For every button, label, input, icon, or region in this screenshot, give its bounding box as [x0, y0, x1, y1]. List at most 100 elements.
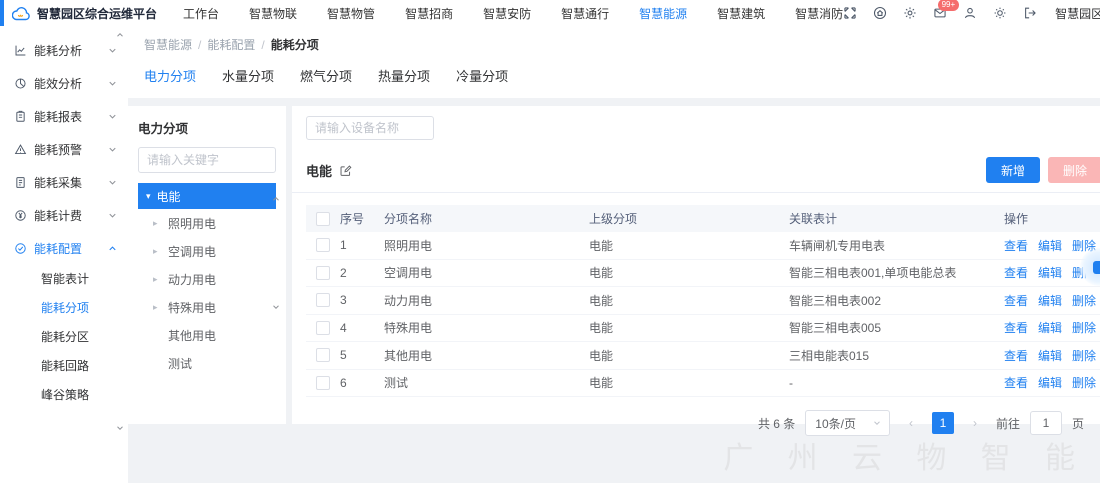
- user-icon[interactable]: [963, 6, 977, 20]
- delete-link[interactable]: 删除: [1072, 374, 1096, 391]
- nav-iot[interactable]: 智慧物联: [249, 5, 297, 22]
- tree-node-hvac[interactable]: ▸ 空调用电: [138, 237, 276, 265]
- tab-electric[interactable]: 电力分项: [144, 66, 196, 85]
- sidebar-item-energy-config[interactable]: 能耗配置: [0, 232, 128, 265]
- theme-settings-icon[interactable]: [993, 6, 1007, 20]
- edit-link[interactable]: 编辑: [1038, 237, 1062, 254]
- sidebar-subitem-energy-breakdown[interactable]: 能耗分项: [0, 294, 128, 323]
- tree-scroll-down-icon[interactable]: [271, 302, 281, 312]
- caret-down-icon[interactable]: ▾: [146, 192, 151, 201]
- sidebar-item-energy-collection[interactable]: 能耗采集: [0, 166, 128, 199]
- nav-energy[interactable]: 智慧能源: [639, 5, 687, 22]
- tab-water[interactable]: 水量分项: [222, 66, 274, 85]
- sidebar-item-energy-analysis[interactable]: 能耗分析: [0, 34, 128, 67]
- tree-node-label: 其他用电: [168, 327, 216, 344]
- sidebar-subitem-energy-circuits[interactable]: 能耗回路: [0, 352, 128, 381]
- view-link[interactable]: 查看: [1004, 347, 1028, 364]
- nav-access[interactable]: 智慧通行: [561, 5, 609, 22]
- current-page-button[interactable]: 1: [932, 412, 954, 434]
- edit-icon[interactable]: [339, 164, 352, 177]
- nav-property[interactable]: 智慧物管: [327, 5, 375, 22]
- delete-link[interactable]: 删除: [1072, 319, 1096, 336]
- delete-link[interactable]: 删除: [1072, 347, 1096, 364]
- edit-link[interactable]: 编辑: [1038, 347, 1062, 364]
- row-checkbox[interactable]: [316, 293, 330, 307]
- fullscreen-icon[interactable]: [843, 6, 857, 20]
- category-tree-panel: 电力分项 ▾ 电能 ▸ 照明用电 ▸ 空调用电: [128, 106, 286, 424]
- caret-right-icon[interactable]: ▸: [153, 303, 163, 312]
- message-count-badge: 99+: [938, 0, 960, 11]
- row-checkbox[interactable]: [316, 376, 330, 390]
- sidebar-item-energy-report[interactable]: 能耗报表: [0, 100, 128, 133]
- tree-scroll-up-icon[interactable]: [271, 194, 281, 204]
- tree-node-power[interactable]: ▸ 动力用电: [138, 265, 276, 293]
- nav-security[interactable]: 智慧安防: [483, 5, 531, 22]
- cell-meters: 智能三相电表002: [789, 292, 1004, 309]
- view-link[interactable]: 查看: [1004, 237, 1028, 254]
- breadcrumb-item[interactable]: 智慧能源: [144, 36, 192, 53]
- page-unit-label: 页: [1072, 415, 1084, 432]
- next-page-button[interactable]: ›: [964, 412, 986, 434]
- platform-logo: 智慧园区综合运维平台: [4, 5, 165, 22]
- sidebar-subitem-peak-valley[interactable]: 峰谷策略: [0, 381, 128, 410]
- sidebar-item-energy-alert[interactable]: 能耗预警: [0, 133, 128, 166]
- sidebar-subitem-energy-zones[interactable]: 能耗分区: [0, 323, 128, 352]
- nav-leasing[interactable]: 智慧招商: [405, 5, 453, 22]
- tree-search-input[interactable]: [138, 147, 276, 173]
- caret-right-icon[interactable]: ▸: [153, 219, 163, 228]
- select-all-checkbox[interactable]: [316, 212, 330, 226]
- tab-cooling[interactable]: 冷量分项: [456, 66, 508, 85]
- tab-gas[interactable]: 燃气分项: [300, 66, 352, 85]
- section-header: 电能 新增 删除: [292, 148, 1100, 193]
- nav-building[interactable]: 智慧建筑: [717, 5, 765, 22]
- tree-node-root[interactable]: ▾ 电能: [138, 183, 276, 209]
- view-link[interactable]: 查看: [1004, 264, 1028, 281]
- edit-link[interactable]: 编辑: [1038, 292, 1062, 309]
- row-checkbox[interactable]: [316, 321, 330, 335]
- breakdown-table-panel: 电能 新增 删除: [292, 106, 1100, 424]
- edit-link[interactable]: 编辑: [1038, 374, 1062, 391]
- tree-node-label: 测试: [168, 355, 192, 372]
- view-link[interactable]: 查看: [1004, 374, 1028, 391]
- sidebar-scroll-down-icon[interactable]: [115, 423, 125, 433]
- cell-parent: 电能: [589, 347, 789, 364]
- gear-icon[interactable]: [903, 6, 917, 20]
- tree-node-lighting[interactable]: ▸ 照明用电: [138, 209, 276, 237]
- tab-heat[interactable]: 热量分项: [378, 66, 430, 85]
- row-checkbox[interactable]: [316, 238, 330, 252]
- home-icon[interactable]: [873, 6, 887, 20]
- nav-fire[interactable]: 智慧消防: [795, 5, 843, 22]
- park-name-text[interactable]: 智慧园区: [1055, 5, 1100, 22]
- col-header-ops: 操作: [1004, 210, 1100, 227]
- tree-node-other[interactable]: 其他用电: [138, 321, 276, 349]
- view-link[interactable]: 查看: [1004, 292, 1028, 309]
- breadcrumb-item-current: 能耗分项: [271, 36, 319, 53]
- row-checkbox[interactable]: [316, 348, 330, 362]
- device-search-input[interactable]: [306, 116, 434, 140]
- tree-node-special[interactable]: ▸ 特殊用电: [138, 293, 276, 321]
- delete-button[interactable]: 删除: [1048, 157, 1100, 183]
- tree-node-label: 动力用电: [168, 271, 216, 288]
- caret-right-icon[interactable]: ▸: [153, 247, 163, 256]
- row-checkbox[interactable]: [316, 266, 330, 280]
- prev-page-button[interactable]: ‹: [900, 412, 922, 434]
- view-link[interactable]: 查看: [1004, 319, 1028, 336]
- goto-page-input[interactable]: [1030, 411, 1062, 435]
- sidebar-item-efficiency-analysis[interactable]: 能效分析: [0, 67, 128, 100]
- mail-wrapper: 99+: [933, 6, 947, 20]
- sidebar-item-energy-billing[interactable]: 能耗计费: [0, 199, 128, 232]
- edit-link[interactable]: 编辑: [1038, 319, 1062, 336]
- nav-workbench[interactable]: 工作台: [183, 5, 219, 22]
- tree-node-test[interactable]: 测试: [138, 349, 276, 377]
- sidebar-scroll-up-icon[interactable]: [115, 30, 125, 40]
- sidebar-subitem-smart-meters[interactable]: 智能表计: [0, 265, 128, 294]
- delete-link[interactable]: 删除: [1072, 292, 1096, 309]
- breadcrumb-item[interactable]: 能耗配置: [207, 36, 255, 53]
- logout-icon[interactable]: [1023, 6, 1037, 20]
- breadcrumb-separator: /: [261, 38, 264, 52]
- sidebar-item-label: 能耗分析: [34, 42, 82, 59]
- caret-right-icon[interactable]: ▸: [153, 275, 163, 284]
- cell-parent: 电能: [589, 292, 789, 309]
- edit-link[interactable]: 编辑: [1038, 264, 1062, 281]
- add-button[interactable]: 新增: [986, 157, 1040, 183]
